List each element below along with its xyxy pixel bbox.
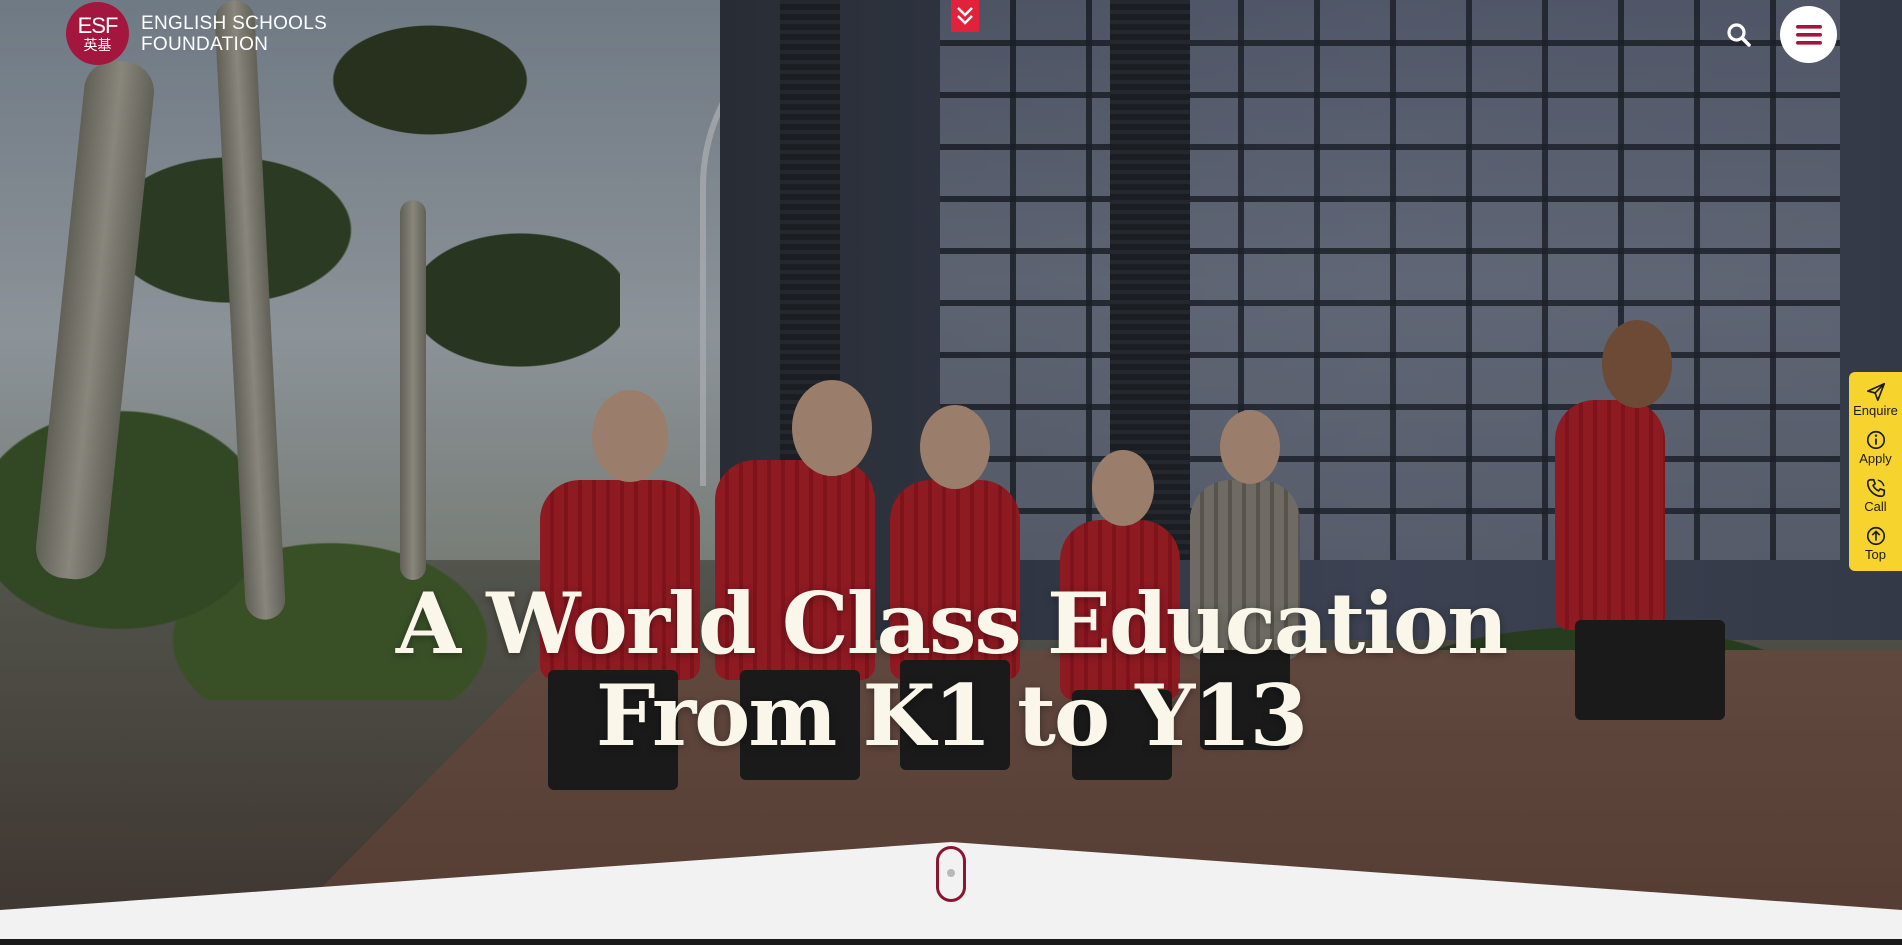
quick-actions-bar: Enquire Apply Call Top <box>1849 372 1902 571</box>
hero-headline: A World Class Education From K1 to Y13 <box>0 578 1902 762</box>
quick-action-apply[interactable]: Apply <box>1859 429 1892 466</box>
arrow-up-circle-icon <box>1866 526 1885 545</box>
logo-wordmark: ENGLISH SCHOOLS FOUNDATION <box>141 13 327 55</box>
quick-action-label: Call <box>1864 498 1887 514</box>
search-icon <box>1727 23 1751 47</box>
hero-headline-line-1: A World Class Education <box>395 574 1508 673</box>
hero-video-background <box>0 0 1902 945</box>
search-button[interactable] <box>1722 18 1756 52</box>
esf-logo-link[interactable]: ESF 英基 ENGLISH SCHOOLS FOUNDATION <box>66 2 327 65</box>
quick-action-label: Enquire <box>1853 403 1898 419</box>
scroll-mouse-indicator[interactable] <box>936 846 966 902</box>
paper-plane-icon <box>1866 383 1885 402</box>
info-circle-icon <box>1866 431 1885 450</box>
hero-headline-line-2: From K1 to Y13 <box>595 666 1308 765</box>
quick-action-call[interactable]: Call <box>1864 477 1887 514</box>
quick-action-label: Top <box>1865 546 1886 562</box>
logo-line-1: ENGLISH SCHOOLS <box>141 12 328 34</box>
menu-button[interactable] <box>1780 6 1837 63</box>
phone-icon <box>1866 478 1885 497</box>
logo-line-2: FOUNDATION <box>141 33 269 55</box>
logo-abbr: ESF <box>77 12 119 38</box>
scroll-mouse-dot <box>947 869 955 877</box>
esf-logo-badge: ESF 英基 <box>66 2 129 65</box>
quick-action-label: Apply <box>1859 451 1892 467</box>
quick-action-enquire[interactable]: Enquire <box>1853 381 1898 418</box>
bottom-border <box>0 939 1902 945</box>
hamburger-menu-icon <box>1795 24 1822 45</box>
double-chevron-down-icon <box>957 7 973 25</box>
logo-chinese: 英基 <box>83 36 112 53</box>
quick-action-top[interactable]: Top <box>1865 525 1887 562</box>
scroll-down-button[interactable] <box>951 0 979 32</box>
hero-overlay <box>0 0 1902 945</box>
